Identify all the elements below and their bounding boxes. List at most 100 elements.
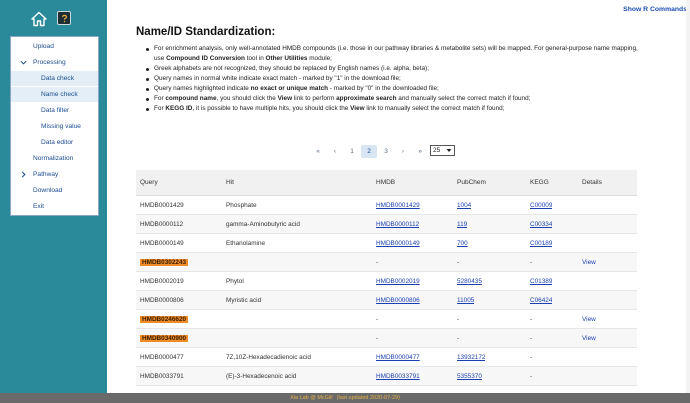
menu-item-data-editor[interactable]: Data editor: [11, 135, 98, 150]
menu-item-processing[interactable]: Processing: [11, 55, 98, 70]
help-icon[interactable]: [57, 11, 71, 25]
hmdb-link: -: [376, 334, 379, 342]
hit-value: Phytol: [226, 277, 244, 285]
table-row: HMDB0000149 Ethanolamine HMDB0000149 700 C00…: [136, 234, 637, 253]
hmdb-link: -: [376, 315, 379, 323]
table-row: HMDB0000477 7Z,10Z-Hexadecadienoic acid HM…: [136, 348, 637, 367]
header-hit[interactable]: Hit: [226, 179, 234, 186]
name-mapping-table: Query Hit HMDB PubChem KEGG Details HMDB…: [136, 170, 637, 386]
page-3-button[interactable]: 3: [378, 145, 394, 158]
query-value-cell: HMDB0246620: [140, 315, 189, 323]
page-1-button[interactable]: 1: [344, 145, 360, 158]
next-page-button[interactable]: ›: [395, 145, 411, 158]
hit-value-cell: Ethanolamine: [226, 240, 265, 247]
hmdb-link-cell: -: [376, 316, 378, 323]
page-scrollbar[interactable]: [686, 0, 690, 393]
hit-value: 7Z,10Z-Hexadecadienoic acid: [226, 353, 311, 361]
prev-page-button[interactable]: ‹: [327, 145, 343, 158]
home-icon[interactable]: [30, 10, 48, 28]
query-value: HMDB0246620: [140, 315, 189, 323]
pubchem-link[interactable]: 5280435: [457, 278, 482, 285]
query-value-cell: HMDB0033791: [140, 373, 184, 380]
hmdb-link[interactable]: HMDB0002019: [376, 278, 420, 285]
table-row: HMDB0000112 gamma-Aminobutyric acid HMDB00…: [136, 215, 637, 234]
hmdb-link[interactable]: HMDB0000806: [376, 297, 420, 304]
view-link[interactable]: View: [582, 316, 596, 323]
hmdb-link[interactable]: HMDB0001429: [376, 202, 420, 209]
pubchem-link[interactable]: 700: [457, 240, 468, 247]
pubchem-link[interactable]: 13932172: [457, 354, 485, 361]
hit-value: (E)-3-Hexadecenoic acid: [226, 372, 297, 380]
instruction-item: For compound name, you should click the …: [146, 94, 646, 104]
query-value-cell: HMDB0302243: [140, 258, 189, 266]
header-pubchem[interactable]: PubChem: [457, 179, 486, 186]
kegg-link[interactable]: C00334: [530, 221, 552, 228]
menu-item-data-filter[interactable]: Data filter: [11, 103, 98, 118]
header-query[interactable]: Query: [140, 179, 158, 186]
menu-item-name-check[interactable]: Name check: [11, 87, 98, 102]
query-value: HMDB0000149: [140, 239, 184, 247]
footer-bar: Xia Lab @ McGill (last updated 2020-07-2…: [0, 393, 690, 403]
header-details[interactable]: Details: [582, 179, 602, 186]
menu-item-data-check[interactable]: Data check: [11, 71, 98, 86]
hmdb-link-cell: HMDB0000806: [376, 297, 420, 304]
last-page-button[interactable]: »: [412, 145, 428, 158]
kegg-link[interactable]: C00009: [530, 202, 552, 209]
view-link[interactable]: View: [582, 335, 596, 342]
query-value: HMDB0000477: [140, 353, 184, 361]
query-value: HMDB0000806: [140, 296, 184, 304]
table-row: HMDB0302243 - - - View: [136, 253, 637, 272]
page-2-button[interactable]: 2: [361, 144, 377, 158]
hmdb-link[interactable]: HMDB0000112: [376, 221, 419, 228]
sidebar: Upload Processing Data check Name check Data…: [0, 0, 107, 393]
hit-value: gamma-Aminobutyric acid: [226, 220, 300, 228]
instruction-item: Query names highlighted indicate no exac…: [146, 84, 646, 94]
menu-item-label: Data check: [41, 75, 74, 82]
instruction-item: For enrichment analysis, only well-annot…: [146, 44, 646, 64]
hmdb-link[interactable]: HMDB0000149: [376, 240, 420, 247]
kegg-link[interactable]: C00189: [530, 240, 552, 247]
pubchem-link-cell: -: [457, 259, 459, 266]
hmdb-link-cell: -: [376, 335, 378, 342]
instructions-list: For enrichment analysis, only well-annot…: [146, 44, 646, 114]
kegg-link[interactable]: C06424: [530, 297, 552, 304]
instruction-item: Greek alphabets are not recognized, they…: [146, 64, 646, 74]
footer-lab[interactable]: Xia Lab @ McGill: [290, 395, 333, 401]
hmdb-link[interactable]: HMDB0000477: [376, 354, 420, 361]
query-value: HMDB0302243: [140, 258, 189, 266]
query-value-cell: HMDB0000477: [140, 354, 184, 361]
query-value: HMDB0033791: [140, 372, 184, 380]
first-page-button[interactable]: «: [310, 145, 326, 158]
menu-item-label: Download: [33, 187, 63, 194]
kegg-link-cell: C00009: [530, 202, 552, 209]
menu-item-missing-value[interactable]: Missing value: [11, 119, 98, 134]
menu-item-pathway[interactable]: Pathway: [11, 167, 98, 182]
header-hmdb[interactable]: HMDB: [376, 179, 395, 186]
hit-value-cell: Phytol: [226, 278, 244, 285]
page-size-select[interactable]: 25: [430, 145, 455, 156]
menu-item-label: Normalization: [33, 155, 74, 162]
menu-item-upload[interactable]: Upload: [11, 39, 98, 54]
pubchem-link-cell: 5355370: [457, 373, 482, 380]
hit-value-cell: (E)-3-Hexadecenoic acid: [226, 373, 296, 380]
pubchem-link[interactable]: 119: [457, 221, 467, 228]
menu-item-download[interactable]: Download: [11, 183, 98, 198]
header-kegg[interactable]: KEGG: [530, 179, 549, 186]
hmdb-link-cell: -: [376, 259, 378, 266]
query-value-cell: HMDB0000149: [140, 240, 184, 247]
kegg-link: -: [530, 315, 533, 323]
view-link[interactable]: View: [582, 259, 596, 266]
pubchem-link[interactable]: 1004: [457, 202, 471, 209]
pubchem-link[interactable]: 11005: [457, 297, 474, 304]
menu-item-normalization[interactable]: Normalization: [11, 151, 98, 166]
menu-item-label: Data filter: [41, 107, 70, 114]
menu-item-exit[interactable]: Exit: [11, 199, 98, 214]
hmdb-link[interactable]: HMDB0033791: [376, 373, 420, 380]
query-value-cell: HMDB0000806: [140, 297, 184, 304]
kegg-link-cell: -: [530, 335, 532, 342]
hmdb-link-cell: HMDB0002019: [376, 278, 420, 285]
kegg-link[interactable]: C01389: [530, 278, 552, 285]
pubchem-link[interactable]: 5355370: [457, 373, 482, 380]
show-r-commands-link[interactable]: Show R Commands: [623, 6, 687, 13]
kegg-link: -: [530, 372, 533, 380]
